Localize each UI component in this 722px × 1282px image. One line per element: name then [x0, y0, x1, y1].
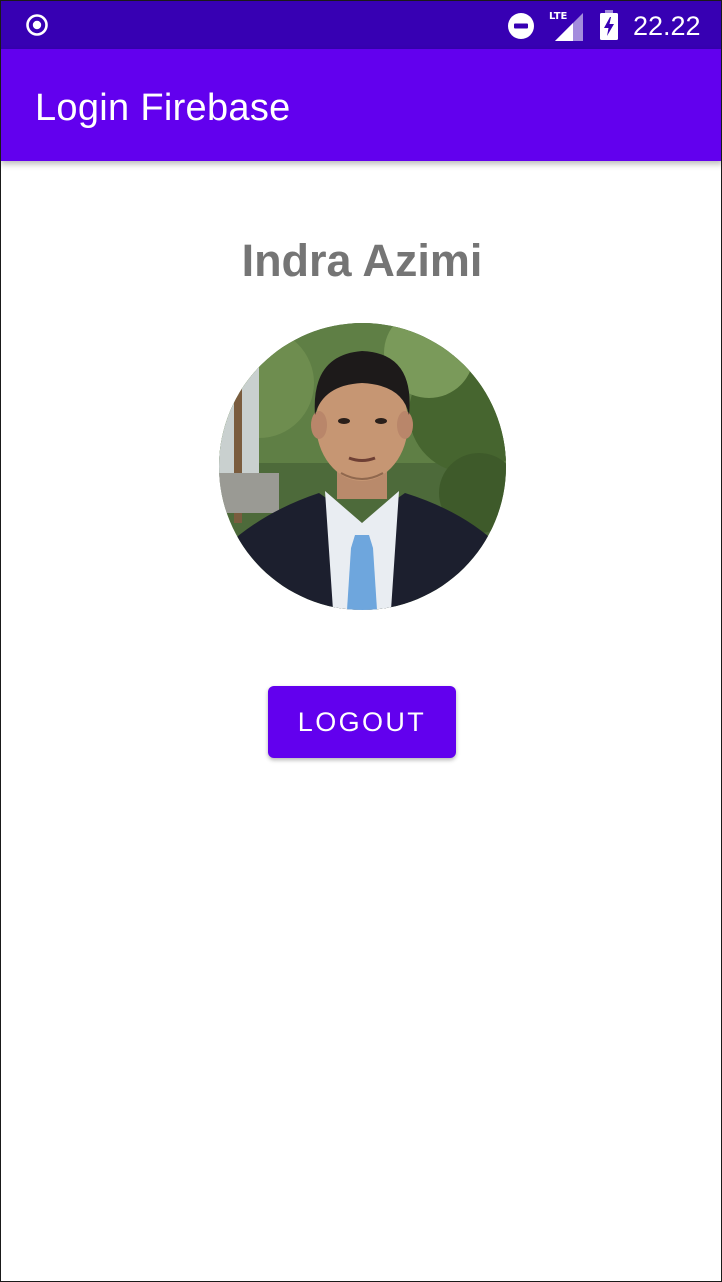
do-not-disturb-icon: [508, 13, 534, 39]
lte-signal-icon: LTE: [549, 11, 583, 41]
profile-photo: [219, 323, 506, 610]
profile-photo-image: [219, 323, 506, 610]
status-time: 22.22: [633, 11, 701, 41]
logout-button[interactable]: LOGOUT: [268, 686, 456, 758]
user-name: Indra Azimi: [241, 235, 483, 286]
battery-charging-icon: [600, 10, 618, 40]
network-label: LTE: [549, 11, 568, 22]
app-bar: Login Firebase: [1, 49, 721, 161]
screen: LTE 22.22 Login Firebase Indra Azimi LOG…: [0, 0, 722, 1282]
app-title: Login Firebase: [35, 87, 291, 129]
status-bar: LTE 22.22: [1, 1, 721, 49]
record-icon: [26, 14, 48, 36]
